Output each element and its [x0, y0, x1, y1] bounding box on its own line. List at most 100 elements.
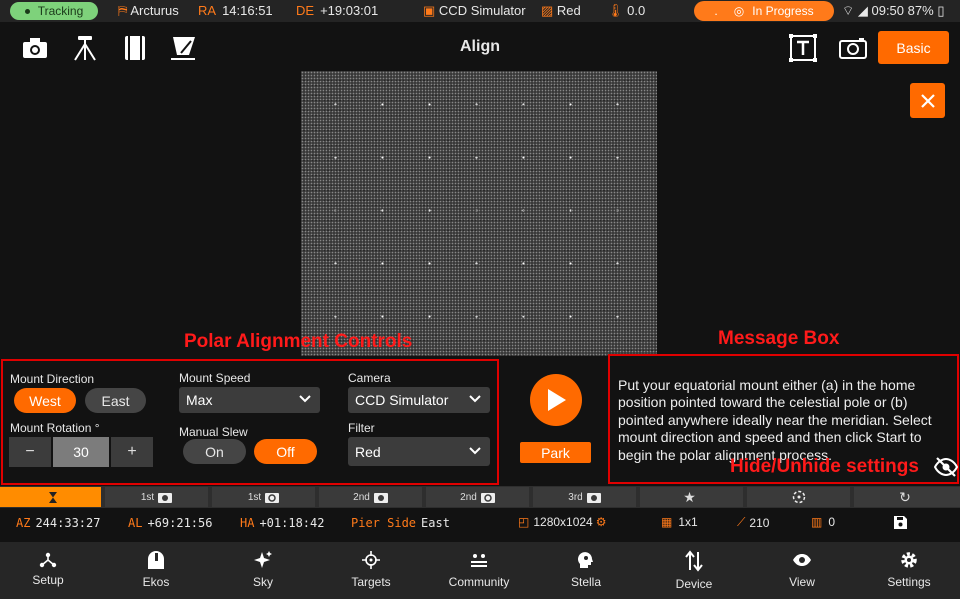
- mount-direction-label: Mount Direction: [10, 372, 95, 386]
- crosshair-icon: [362, 551, 380, 569]
- signal-icon: ◢: [857, 3, 868, 18]
- hide-settings-toggle[interactable]: [933, 457, 959, 482]
- wifi-icon: ⌔: [842, 3, 855, 18]
- rotation-decrement-button[interactable]: −: [9, 437, 51, 467]
- binning-readout[interactable]: ▦ 1x1: [661, 515, 698, 529]
- setup-icon: [39, 552, 57, 568]
- gear-icon: ⚙: [595, 515, 607, 529]
- filter-select[interactable]: Red: [348, 437, 490, 466]
- tripod-icon[interactable]: [70, 33, 100, 63]
- nav-settings[interactable]: Settings: [869, 550, 949, 589]
- target-name: Arcturus: [130, 3, 179, 18]
- stage-first-capture[interactable]: 1st: [105, 487, 208, 507]
- image-icon[interactable]: [838, 33, 868, 63]
- camera-icon[interactable]: [20, 33, 50, 63]
- pier-value: East: [421, 516, 450, 530]
- filter-status-icon: ▨: [541, 3, 554, 18]
- sky-image[interactable]: [301, 71, 657, 356]
- nav-view[interactable]: View: [762, 550, 842, 589]
- stage-label: 1st: [247, 491, 262, 503]
- manual-slew-off-toggle[interactable]: Off: [254, 439, 317, 464]
- mount-speed-select[interactable]: Max: [179, 387, 320, 413]
- hfr-value: 210: [749, 515, 770, 530]
- page-title: Align: [460, 38, 500, 55]
- system-tray: ⌔ ◢ 09:50 87% ▯: [842, 3, 944, 19]
- camera-status[interactable]: ▣ CCD Simulator: [423, 3, 526, 19]
- pier-label: Pier Side: [351, 516, 417, 530]
- filter-status[interactable]: ▨ Red: [541, 3, 581, 19]
- nav-ekos[interactable]: Ekos: [116, 550, 196, 589]
- stage-star[interactable]: ★: [640, 487, 743, 507]
- chevron-down-icon: [299, 395, 311, 403]
- camera-status-label: CCD Simulator: [438, 3, 526, 18]
- save-button[interactable]: [894, 516, 907, 534]
- al-value: +69:21:56: [147, 516, 213, 530]
- stage-adjust[interactable]: [747, 487, 850, 507]
- nav-device[interactable]: Device: [654, 550, 734, 591]
- play-icon: [548, 389, 566, 411]
- camera-icon: [586, 493, 601, 503]
- stage-hourglass[interactable]: [0, 487, 101, 507]
- chevron-down-icon: [469, 447, 481, 455]
- resolution-readout[interactable]: ◰ 1280x1024 ⚙: [518, 515, 607, 529]
- resolution-value: 1280x1024: [533, 515, 593, 529]
- stage-second-capture[interactable]: 2nd: [319, 487, 422, 507]
- stage-label: 1st: [140, 491, 155, 503]
- assistant-head-icon: [578, 552, 593, 568]
- progress-dot: .: [714, 4, 718, 18]
- text-overlay-icon[interactable]: [788, 33, 818, 63]
- az-readout: AZ 244:33:27: [16, 516, 100, 530]
- stage-label: 2nd: [460, 491, 477, 503]
- nav-setup[interactable]: Setup: [8, 550, 88, 587]
- notebook-icon[interactable]: [120, 33, 150, 63]
- mount-speed-value: Max: [186, 392, 213, 408]
- solver-icon[interactable]: [168, 33, 198, 63]
- rotation-value-field[interactable]: 30: [53, 437, 109, 467]
- gear-icon: [901, 552, 917, 568]
- grid-icon: ▦: [661, 515, 673, 529]
- target-spinner-icon: ◎: [733, 4, 745, 18]
- nav-sky[interactable]: Sky: [223, 550, 303, 589]
- sparkles-icon: [254, 551, 272, 568]
- temperature-value: 0.0: [627, 3, 646, 18]
- park-button[interactable]: Park: [520, 442, 591, 463]
- target-status[interactable]: ⛿ Arcturus: [118, 3, 179, 19]
- refresh-icon: ↻: [899, 488, 911, 505]
- stage-label: 3rd: [568, 491, 583, 503]
- frame-icon: ◰: [518, 515, 530, 529]
- camera-select[interactable]: CCD Simulator: [348, 387, 490, 413]
- tracking-badge[interactable]: Tracking: [10, 2, 98, 20]
- stage-refresh[interactable]: ↻: [854, 487, 960, 507]
- start-button[interactable]: [530, 374, 582, 426]
- al-label: AL: [128, 516, 143, 530]
- west-toggle[interactable]: West: [14, 388, 76, 413]
- nav-label: Sky: [252, 575, 273, 589]
- progress-badge[interactable]: . ◎ In Progress: [694, 1, 834, 21]
- ra-readout: RA 14:16:51: [198, 3, 273, 18]
- stage-second-rotate[interactable]: 2nd: [426, 487, 529, 507]
- az-value: 244:33:27: [35, 516, 101, 530]
- nav-label: Stella: [570, 575, 602, 589]
- east-toggle[interactable]: East: [85, 388, 146, 413]
- battery-level: 87%: [907, 3, 934, 18]
- rotation-increment-button[interactable]: +: [111, 437, 153, 467]
- manual-slew-on-toggle[interactable]: On: [183, 439, 246, 464]
- temperature-status[interactable]: 🌡 0.0: [607, 3, 645, 19]
- ha-label: HA: [240, 516, 255, 530]
- swap-vertical-icon: [685, 550, 703, 572]
- battery-icon: ▯: [937, 3, 945, 18]
- camera-value: CCD Simulator: [355, 392, 449, 408]
- de-label: DE: [296, 3, 315, 18]
- chevron-down-icon: [469, 395, 481, 403]
- nav-label: Community: [448, 575, 510, 589]
- nav-community[interactable]: Community: [439, 550, 519, 589]
- stage-third-capture[interactable]: 3rd: [533, 487, 636, 507]
- close-button[interactable]: [910, 83, 945, 118]
- adjust-icon: [792, 490, 805, 504]
- nav-targets[interactable]: Targets: [331, 550, 411, 589]
- basic-mode-button[interactable]: Basic: [878, 31, 949, 64]
- nav-stella[interactable]: Stella: [546, 550, 626, 589]
- clock: 09:50: [871, 3, 905, 18]
- al-readout: AL +69:21:56: [128, 516, 212, 530]
- stage-first-rotate[interactable]: 1st: [212, 487, 315, 507]
